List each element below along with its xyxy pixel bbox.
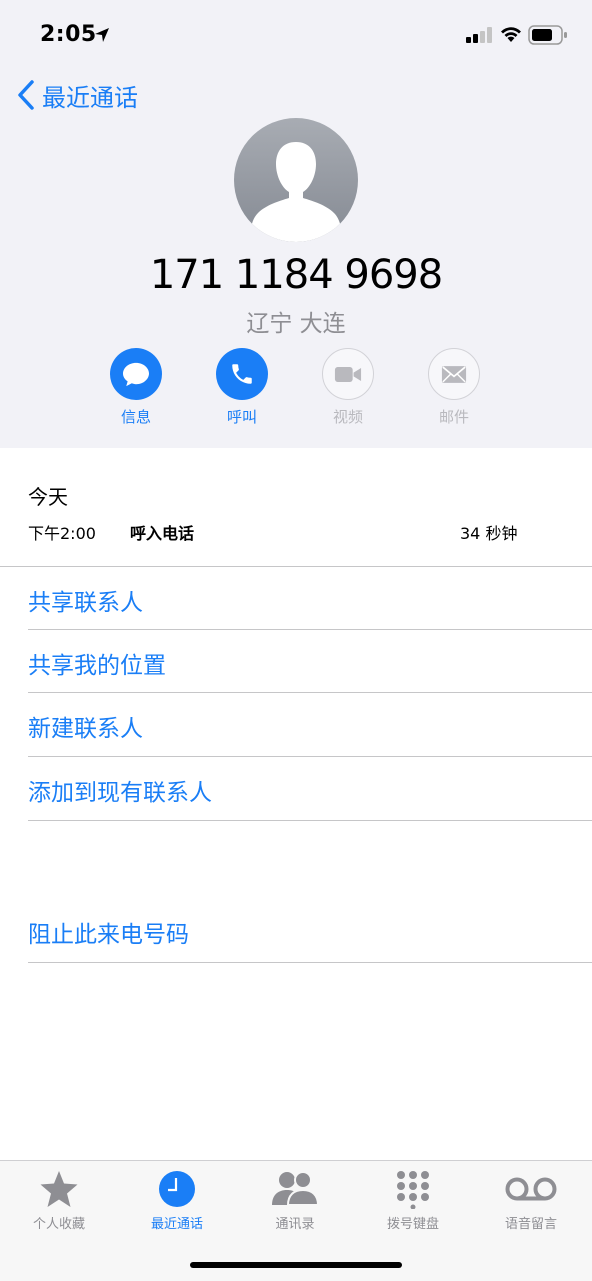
call-action-label: 呼叫: [226, 408, 257, 426]
tab-label: 个人收藏: [32, 1217, 85, 1232]
video-action-circle[interactable]: [322, 348, 374, 400]
chevron-left-icon: [18, 80, 34, 110]
wifi-icon: [501, 27, 521, 42]
message-action[interactable]: 信息: [96, 348, 176, 427]
call-log-time: 下午2:00: [28, 524, 96, 543]
share-location-button[interactable]: 共享我的位置: [28, 646, 166, 680]
call-log-type: 呼入电话: [130, 524, 195, 543]
divider: [28, 692, 592, 693]
cellular-signal-icon: [466, 27, 492, 43]
tab-favorites[interactable]: 个人收藏: [0, 1169, 118, 1232]
phone-handset-icon: [232, 364, 252, 384]
tab-label: 语音留言: [504, 1217, 557, 1232]
tab-label: 最近通话: [150, 1217, 203, 1232]
divider: [28, 820, 592, 821]
mail-action-circle[interactable]: [428, 348, 480, 400]
location-arrow-icon: [95, 28, 109, 42]
call-action-circle[interactable]: [216, 348, 268, 400]
tab-contacts[interactable]: 通讯录: [236, 1169, 354, 1232]
add-to-existing-contact-button[interactable]: 添加到现有联系人: [28, 773, 212, 807]
video-action-label: 视频: [332, 408, 363, 426]
call-log-day: 今天: [28, 485, 68, 509]
back-label: 最近通话: [42, 83, 138, 112]
star-icon: [40, 1171, 78, 1207]
voicemail-icon: [505, 1177, 557, 1201]
share-contact-button[interactable]: 共享联系人: [28, 583, 143, 617]
divider: [0, 566, 592, 567]
back-button[interactable]: 最近通话: [16, 78, 138, 112]
call-action[interactable]: 呼叫: [202, 348, 282, 427]
new-contact-button[interactable]: 新建联系人: [28, 709, 143, 743]
envelope-icon: [441, 365, 467, 383]
contacts-people-icon: [272, 1171, 320, 1206]
call-log-duration: 34 秒钟: [460, 524, 518, 543]
tab-label: 拨号键盘: [386, 1217, 439, 1232]
home-indicator[interactable]: [190, 1262, 402, 1268]
mail-action-label: 邮件: [438, 408, 469, 426]
caller-location: 辽宁 大连: [246, 311, 346, 337]
contact-avatar: [234, 118, 358, 242]
tab-keypad[interactable]: 拨号键盘: [354, 1169, 472, 1232]
message-action-circle[interactable]: [110, 348, 162, 400]
message-bubble-icon: [123, 362, 149, 387]
person-silhouette-icon: [250, 142, 342, 242]
video-action[interactable]: 视频: [308, 348, 388, 427]
tab-recents[interactable]: 最近通话: [118, 1169, 236, 1232]
clock-icon: [159, 1171, 195, 1207]
message-action-label: 信息: [120, 408, 151, 426]
keypad-icon: [397, 1171, 429, 1209]
phone-number: 171 1184 9698: [149, 252, 443, 298]
battery-icon: [528, 25, 567, 45]
status-time: 2:05: [40, 22, 97, 47]
mail-action[interactable]: 邮件: [414, 348, 494, 427]
tab-label: 通讯录: [275, 1217, 315, 1232]
tab-voicemail[interactable]: 语音留言: [472, 1169, 590, 1232]
divider: [28, 629, 592, 630]
video-camera-icon: [334, 366, 362, 382]
divider: [28, 962, 592, 963]
divider: [28, 756, 592, 757]
block-caller-button[interactable]: 阻止此来电号码: [28, 915, 189, 949]
